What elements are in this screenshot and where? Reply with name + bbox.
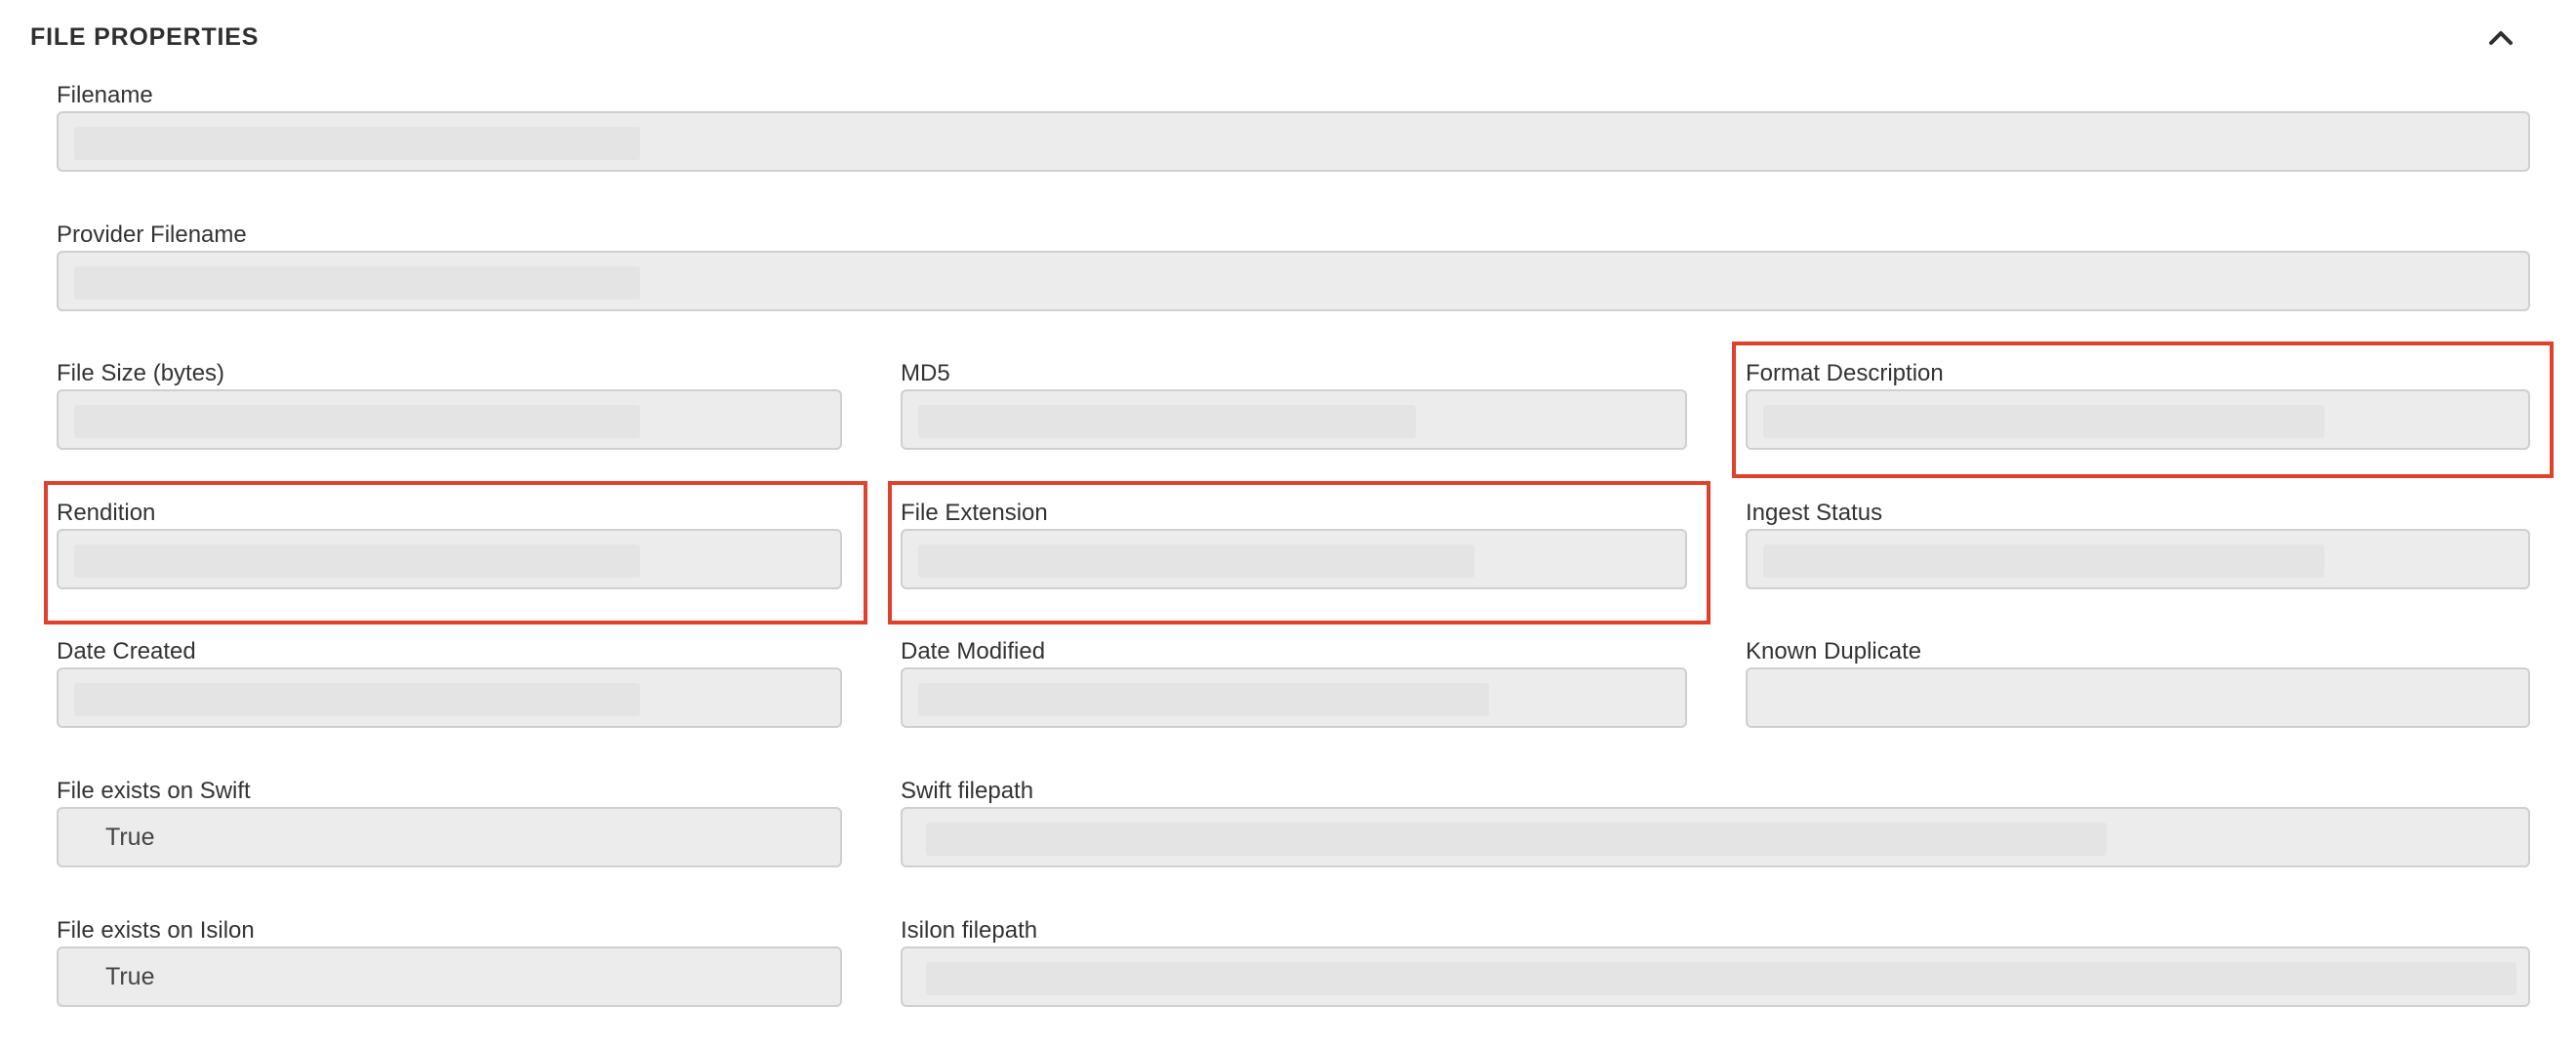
section-title: FILE PROPERTIES	[30, 23, 260, 51]
redacted-value	[918, 544, 1474, 578]
provider-filename-input[interactable]	[57, 251, 2530, 311]
redacted-value	[74, 266, 640, 300]
md5-input[interactable]	[901, 389, 1687, 450]
md5-field: MD5	[901, 360, 1687, 458]
file-exists-isilon-input[interactable]: True	[57, 946, 842, 1007]
filename-input[interactable]	[57, 111, 2530, 172]
redacted-value	[1763, 544, 2324, 578]
file-size-field: File Size (bytes)	[57, 360, 842, 458]
known-duplicate-input[interactable]	[1746, 667, 2530, 728]
file-exists-isilon-value: True	[105, 963, 155, 990]
file-size-label: File Size (bytes)	[57, 360, 225, 386]
redacted-value	[74, 683, 640, 716]
known-duplicate-field: Known Duplicate	[1746, 638, 2530, 736]
date-created-label: Date Created	[57, 638, 196, 664]
redacted-value	[74, 544, 640, 578]
ingest-status-label: Ingest Status	[1746, 500, 1883, 526]
format-description-field: Format Description	[1746, 360, 2530, 458]
rendition-field: Rendition	[57, 500, 842, 597]
date-modified-field: Date Modified	[901, 638, 1687, 736]
known-duplicate-label: Known Duplicate	[1746, 638, 1922, 664]
file-exists-swift-value: True	[105, 824, 155, 851]
swift-filepath-field: Swift filepath	[901, 778, 2530, 875]
format-description-input[interactable]	[1746, 389, 2530, 450]
file-exists-isilon-field: File exists on Isilon True	[57, 917, 842, 1015]
redacted-value	[926, 962, 2516, 995]
chevron-up-icon	[2489, 31, 2513, 45]
rendition-label: Rendition	[57, 500, 156, 526]
date-modified-label: Date Modified	[901, 638, 1046, 664]
ingest-status-input[interactable]	[1746, 529, 2530, 589]
rendition-input[interactable]	[57, 529, 842, 589]
redacted-value	[918, 683, 1489, 716]
redacted-value	[918, 405, 1416, 438]
file-extension-label: File Extension	[901, 500, 1048, 526]
collapse-section-button[interactable]	[2486, 23, 2516, 53]
date-created-input[interactable]	[57, 667, 842, 728]
md5-label: MD5	[901, 360, 950, 386]
swift-filepath-input[interactable]	[901, 807, 2530, 867]
redacted-value	[926, 823, 2107, 856]
redacted-value	[1763, 405, 2324, 438]
isilon-filepath-input[interactable]	[901, 946, 2530, 1007]
filename-field: Filename	[57, 82, 2530, 180]
provider-filename-field: Provider Filename	[57, 221, 2530, 319]
isilon-filepath-label: Isilon filepath	[901, 917, 1038, 944]
provider-filename-label: Provider Filename	[57, 221, 247, 248]
date-modified-input[interactable]	[901, 667, 1687, 728]
swift-filepath-label: Swift filepath	[901, 778, 1034, 804]
redacted-value	[74, 405, 640, 438]
format-description-label: Format Description	[1746, 360, 1944, 386]
file-exists-swift-label: File exists on Swift	[57, 778, 251, 804]
file-exists-swift-field: File exists on Swift True	[57, 778, 842, 875]
date-created-field: Date Created	[57, 638, 842, 736]
filename-label: Filename	[57, 82, 153, 108]
ingest-status-field: Ingest Status	[1746, 500, 2530, 597]
isilon-filepath-field: Isilon filepath	[901, 917, 2530, 1015]
file-size-input[interactable]	[57, 389, 842, 450]
file-extension-input[interactable]	[901, 529, 1687, 589]
file-exists-isilon-label: File exists on Isilon	[57, 917, 255, 944]
redacted-value	[74, 127, 640, 160]
file-exists-swift-input[interactable]: True	[57, 807, 842, 867]
file-extension-field: File Extension	[901, 500, 1687, 597]
